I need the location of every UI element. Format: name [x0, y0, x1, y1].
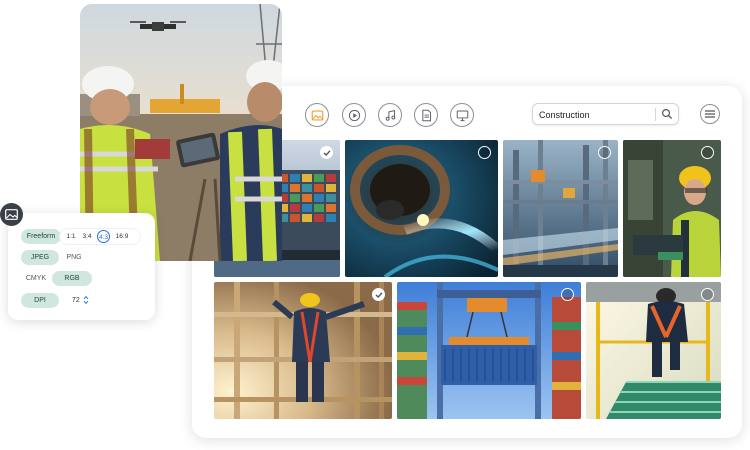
search-icon[interactable] [661, 108, 673, 120]
selection-checkbox[interactable] [372, 288, 385, 301]
image-icon [5, 209, 18, 220]
selection-checkbox[interactable] [561, 288, 574, 301]
cmyk-option[interactable]: CMYK [21, 271, 51, 286]
selection-checkbox[interactable] [701, 146, 714, 159]
document-icon [421, 109, 431, 121]
selection-checkbox[interactable] [701, 288, 714, 301]
presentation-type-button[interactable] [450, 103, 474, 127]
dpi-label: DPI [21, 293, 59, 308]
selection-checkbox[interactable] [598, 146, 611, 159]
welder-image [345, 140, 498, 277]
container-crane-image [397, 282, 581, 419]
hamburger-menu-icon [705, 110, 715, 118]
jpeg-option[interactable]: JPEG [21, 250, 59, 265]
image-type-button[interactable] [305, 103, 329, 127]
photo-worker-scaffold[interactable] [214, 282, 392, 419]
search-input[interactable] [539, 107, 649, 122]
audio-type-button[interactable] [378, 103, 402, 127]
dpi-value: 72 [72, 297, 80, 304]
selection-checkbox[interactable] [478, 146, 491, 159]
photo-container-crane[interactable] [397, 282, 581, 419]
search-bar [532, 103, 679, 125]
dpi-stepper[interactable]: 72 [62, 293, 92, 308]
check-icon [323, 149, 331, 156]
photo-refinery-pipes[interactable] [503, 140, 618, 277]
stairs-worker-image [586, 282, 721, 419]
rgb-option[interactable]: RGB [52, 271, 92, 286]
photo-worker-stairs[interactable] [586, 282, 721, 419]
scaffold-worker-image [214, 282, 392, 419]
ratio-1-1[interactable]: 1:1 [65, 229, 77, 244]
play-icon [348, 109, 360, 121]
music-note-icon [385, 109, 395, 121]
ratio-4-3[interactable]: 4:3 [97, 230, 110, 243]
factory-worker-image [623, 140, 721, 277]
refinery-image [503, 140, 618, 277]
search-divider [655, 108, 656, 121]
selection-checkbox[interactable] [320, 146, 333, 159]
ratio-16-9[interactable]: 16:9 [114, 229, 130, 244]
ratio-3-4[interactable]: 3:4 [81, 229, 93, 244]
image-badge [0, 203, 23, 226]
image-icon [311, 109, 323, 121]
video-type-button[interactable] [342, 103, 366, 127]
menu-button[interactable] [700, 104, 720, 124]
png-option[interactable]: PNG [60, 250, 88, 265]
stepper-arrows-icon[interactable] [83, 295, 89, 305]
photo-welder-pipe[interactable] [345, 140, 498, 277]
document-type-button[interactable] [414, 103, 438, 127]
presentation-icon [456, 110, 468, 121]
freeform-toggle[interactable]: Freeform [21, 229, 61, 244]
check-icon [375, 291, 383, 298]
photo-woman-factory-worker[interactable] [623, 140, 721, 277]
